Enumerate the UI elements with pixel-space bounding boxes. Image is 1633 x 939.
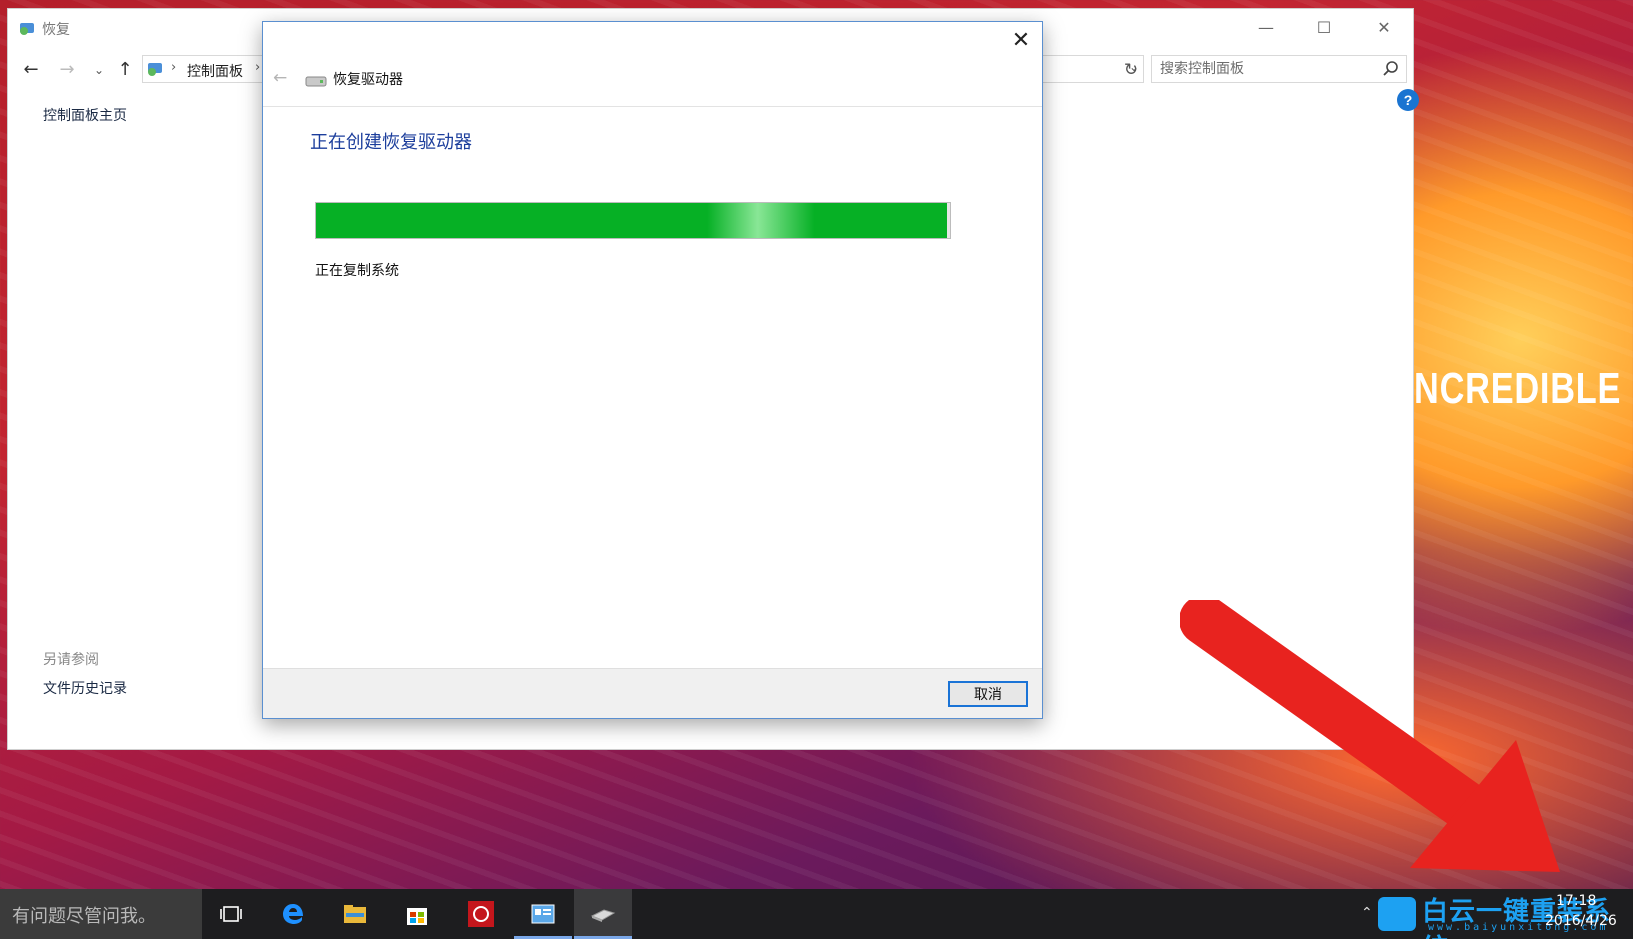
dialog-heading: 正在创建恢复驱动器 [310, 132, 472, 153]
taskbar: 有问题尽管问我。 ⌃ 白云一键重装系 www.baiyunxitong.com … [0, 889, 1633, 939]
taskbar-recovery-drive-button[interactable] [574, 889, 632, 939]
clock-date[interactable]: 2016/4/26 [1545, 913, 1617, 929]
task-view-button[interactable] [202, 889, 260, 939]
cortana-search-text: 有问题尽管问我。 [12, 906, 156, 927]
red-app-icon [468, 901, 494, 927]
window-title: 恢复 [42, 22, 70, 38]
taskbar-control-panel-button[interactable] [514, 889, 572, 939]
cancel-button[interactable]: 取消 [948, 681, 1028, 707]
breadcrumb-separator-icon: › [171, 60, 177, 75]
recovery-drive-dialog: ✕ ← 恢复驱动器 正在创建恢复驱动器 正在复制系统 取消 [262, 21, 1043, 719]
search-input[interactable] [1152, 56, 1372, 82]
control-panel-icon [531, 904, 555, 924]
dialog-title: 恢复驱动器 [333, 72, 403, 88]
sidebar-link-control-panel-home[interactable]: 控制面板主页 [43, 105, 127, 125]
up-button[interactable]: ↑ [114, 59, 136, 81]
progress-bar [315, 202, 951, 239]
minimize-button[interactable]: — [1246, 15, 1286, 41]
window-close-button[interactable]: ✕ [1364, 15, 1404, 41]
taskbar-red-app-button[interactable] [452, 889, 510, 939]
clock-time[interactable]: 17:18 [1556, 893, 1596, 909]
recovery-drive-icon [590, 909, 616, 922]
dialog-back-button[interactable]: ← [273, 68, 287, 88]
file-explorer-icon [344, 905, 366, 923]
recent-locations-button[interactable]: ⌄ [88, 59, 110, 81]
search-box [1151, 55, 1407, 83]
tray-show-hidden-icon[interactable]: ⌃ [1361, 905, 1373, 921]
taskbar-store-button[interactable] [388, 889, 446, 939]
twitter-bird-icon [1378, 897, 1416, 931]
taskbar-edge-button[interactable] [264, 889, 322, 939]
cortana-search-box[interactable]: 有问题尽管问我。 [0, 889, 202, 939]
breadcrumb-separator-icon: › [255, 60, 261, 75]
back-button[interactable]: ← [20, 59, 42, 81]
dialog-divider [263, 106, 1042, 107]
search-icon[interactable] [1382, 60, 1400, 78]
red-arrow-annotation [1180, 600, 1560, 872]
help-button[interactable]: ? [1397, 89, 1419, 111]
dialog-footer: 取消 [263, 668, 1042, 718]
edge-icon [283, 904, 303, 924]
wallpaper-text: NCREDIBLE [1414, 364, 1622, 413]
maximize-button[interactable]: ☐ [1304, 15, 1344, 41]
forward-button[interactable]: → [56, 59, 78, 81]
sidebar-link-file-history[interactable]: 文件历史记录 [43, 678, 127, 698]
control-panel-icon [148, 63, 162, 76]
progress-status-text: 正在复制系统 [315, 263, 399, 279]
recovery-icon [20, 23, 34, 35]
see-also-heading: 另请参阅 [43, 652, 99, 668]
store-icon [407, 908, 427, 925]
drive-icon [305, 76, 327, 87]
task-view-icon [220, 906, 242, 922]
breadcrumb-control-panel[interactable]: 控制面板 [187, 61, 243, 81]
taskbar-file-explorer-button[interactable] [326, 889, 384, 939]
refresh-button[interactable]: ↻ [1118, 57, 1144, 83]
progress-bar-fill [316, 203, 947, 238]
dialog-close-button[interactable]: ✕ [1008, 28, 1034, 54]
